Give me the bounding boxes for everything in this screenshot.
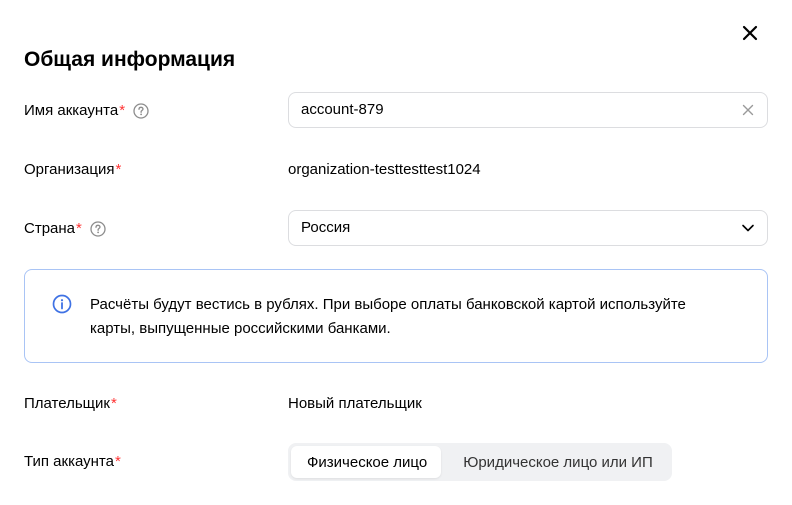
account-type-option-legal-entity[interactable]: Юридическое лицо или ИП [441,446,669,478]
account-name-value[interactable]: account-879 [301,100,739,120]
question-circle-icon [133,103,149,119]
required-mark: * [115,161,122,178]
clear-button[interactable] [739,101,757,119]
info-circle-icon [52,294,72,314]
organization-value: organization-testtesttest1024 [288,161,481,178]
close-icon [742,25,758,41]
account-type-option-individual[interactable]: Физическое лицо [291,446,442,478]
country-label: Страна * [24,219,106,239]
close-button[interactable] [737,20,763,46]
payer-label: Плательщик * [24,394,117,414]
required-mark: * [114,453,121,470]
organization-label: Организация * [24,160,121,180]
country-help[interactable] [90,221,106,237]
clear-icon [742,104,754,116]
organization-label-text: Организация [24,161,115,178]
country-label-text: Страна [24,220,76,237]
payer-value: Новый плательщик [288,395,422,412]
account-name-label: Имя аккаунта * [24,101,149,121]
chevron-down-icon [742,224,754,232]
account-type-segmented-control: Физическое лицо Юридическое лицо или ИП [288,443,672,481]
question-circle-icon [90,221,106,237]
required-mark: * [110,395,117,412]
dialog-title: Общая информация [24,48,236,71]
account-name-label-text: Имя аккаунта [24,102,119,119]
country-value: Россия [301,219,351,236]
info-banner: Расчёты будут вестись в рублях. При выбо… [24,269,768,363]
account-name-help[interactable] [133,103,149,119]
required-mark: * [76,220,82,237]
required-mark: * [119,102,126,119]
account-type-label: Тип аккаунта * [24,452,121,472]
country-dropdown-toggle[interactable] [739,219,757,237]
country-select[interactable]: Россия [288,210,768,246]
account-type-label-text: Тип аккаунта [24,453,114,470]
account-name-input[interactable]: account-879 [288,92,768,128]
payer-label-text: Плательщик [24,395,110,412]
info-text: Расчёты будут вестись в рублях. При выбо… [90,296,686,337]
